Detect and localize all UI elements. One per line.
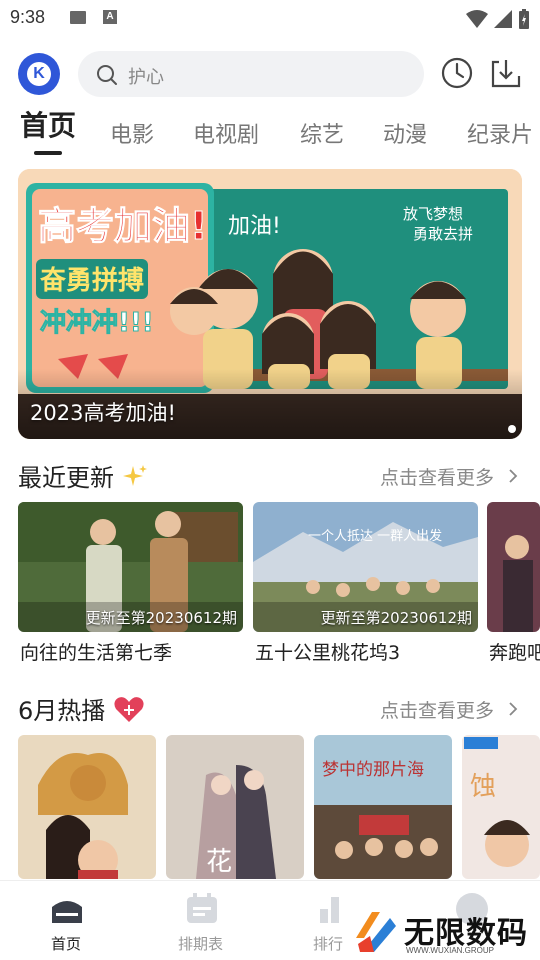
hot-poster[interactable]: 梦中的那片海 bbox=[314, 735, 452, 879]
recent-more-text: 点击查看更多 bbox=[379, 467, 494, 489]
tab-home[interactable]: 首页 bbox=[20, 108, 76, 144]
recent-more-link[interactable]: 点击查看更多 bbox=[380, 463, 518, 490]
status-time: 9:38 bbox=[10, 7, 46, 27]
card-thumbnail bbox=[487, 502, 540, 632]
download-icon[interactable] bbox=[489, 56, 523, 90]
banner-board-text: 加油! bbox=[228, 214, 281, 239]
calendar-icon bbox=[187, 893, 217, 923]
history-icon[interactable] bbox=[440, 56, 474, 90]
hot-section-title: 6月热播 bbox=[18, 691, 145, 726]
watermark-logo-icon bbox=[356, 912, 396, 952]
hot-more-text: 点击查看更多 bbox=[379, 700, 494, 722]
poster-text: 梦中的那片海 bbox=[322, 760, 424, 780]
nav-schedule[interactable] bbox=[185, 893, 219, 929]
tab-tv-series[interactable]: 电视剧 bbox=[193, 117, 259, 149]
card-update-label: 更新至第20230612期 bbox=[85, 609, 237, 627]
banner-side-text-2: 勇敢去拼 bbox=[413, 225, 473, 243]
poster-text: 花 bbox=[206, 847, 232, 877]
card-thumbnail: 一个人抵达 一群人出发 更新至第20230612期 bbox=[253, 502, 478, 632]
category-tabs: 首页 电影 电视剧 综艺 动漫 纪录片 bbox=[0, 108, 540, 158]
chevron-right-icon bbox=[509, 702, 518, 716]
hero-banner[interactable]: 高考加油! 奋勇拼搏 冲冲冲!!! 加油! 放飞梦想 勇敢去拼 2023高考加油… bbox=[18, 169, 522, 439]
watermark: 无限数码 WWW.WUXIAN.GROUP bbox=[352, 906, 528, 958]
search-bar[interactable]: 护心 bbox=[78, 51, 424, 97]
banner-caption: 2023高考加油! bbox=[30, 401, 176, 425]
tab-anime[interactable]: 动漫 bbox=[383, 117, 427, 149]
card-thumb-text: 一个人抵达 一群人出发 bbox=[308, 528, 442, 544]
card-title: 奔跑吧 bbox=[489, 642, 540, 664]
ranking-icon bbox=[320, 897, 339, 923]
nav-schedule-label: 排期表 bbox=[178, 935, 224, 953]
banner-headline: 高考加油! bbox=[38, 204, 207, 248]
hot-poster[interactable]: 花 bbox=[166, 735, 304, 879]
search-icon bbox=[97, 65, 117, 85]
nav-home-label: 首页 bbox=[51, 935, 82, 953]
watermark-url: WWW.WUXIAN.GROUP bbox=[406, 946, 494, 955]
wifi-icon bbox=[465, 10, 488, 28]
card-title: 向往的生活第七季 bbox=[20, 642, 173, 664]
recent-title-text: 最近更新 bbox=[18, 464, 114, 492]
nav-ranking[interactable] bbox=[318, 893, 352, 929]
sparkle-icon bbox=[122, 465, 147, 486]
app-logo[interactable]: K bbox=[18, 53, 60, 95]
nav-ranking-label: 排行 bbox=[313, 935, 344, 953]
image-notification-icon bbox=[70, 11, 86, 24]
hot-title-text: 6月热播 bbox=[18, 697, 106, 725]
status-bar: 9:38 A bbox=[0, 0, 540, 36]
tab-movies[interactable]: 电影 bbox=[110, 117, 154, 149]
status-icons bbox=[465, 8, 530, 30]
banner-line3: 冲冲冲!!! bbox=[40, 308, 154, 338]
tab-variety[interactable]: 综艺 bbox=[300, 117, 344, 149]
tab-documentary[interactable]: 纪录片 bbox=[467, 117, 533, 149]
banner-side-text: 放飞梦想 bbox=[403, 205, 463, 223]
hot-poster[interactable] bbox=[18, 735, 156, 879]
logo-letter: K bbox=[27, 62, 51, 86]
hot-more-link[interactable]: 点击查看更多 bbox=[380, 696, 518, 723]
home-icon bbox=[52, 901, 82, 923]
battery-icon bbox=[519, 9, 529, 29]
banner-line2: 奋勇拼搏 bbox=[39, 266, 144, 296]
nav-home[interactable] bbox=[50, 893, 84, 929]
tab-indicator bbox=[34, 151, 62, 155]
banner-page-indicator bbox=[508, 425, 516, 433]
recent-section-title: 最近更新 bbox=[18, 458, 148, 493]
card-thumbnail: 更新至第20230612期 bbox=[18, 502, 243, 632]
hot-poster[interactable]: 蚀 bbox=[462, 735, 540, 879]
heart-icon bbox=[114, 697, 144, 722]
signal-icon bbox=[493, 10, 512, 28]
search-placeholder: 护心 bbox=[128, 67, 164, 88]
card-update-label: 更新至第20230612期 bbox=[320, 609, 472, 627]
svg-text:蚀: 蚀 bbox=[470, 772, 496, 802]
card-title: 五十公里桃花坞3 bbox=[255, 642, 401, 664]
font-notification-icon: A bbox=[103, 10, 117, 24]
chevron-right-icon bbox=[509, 469, 518, 483]
